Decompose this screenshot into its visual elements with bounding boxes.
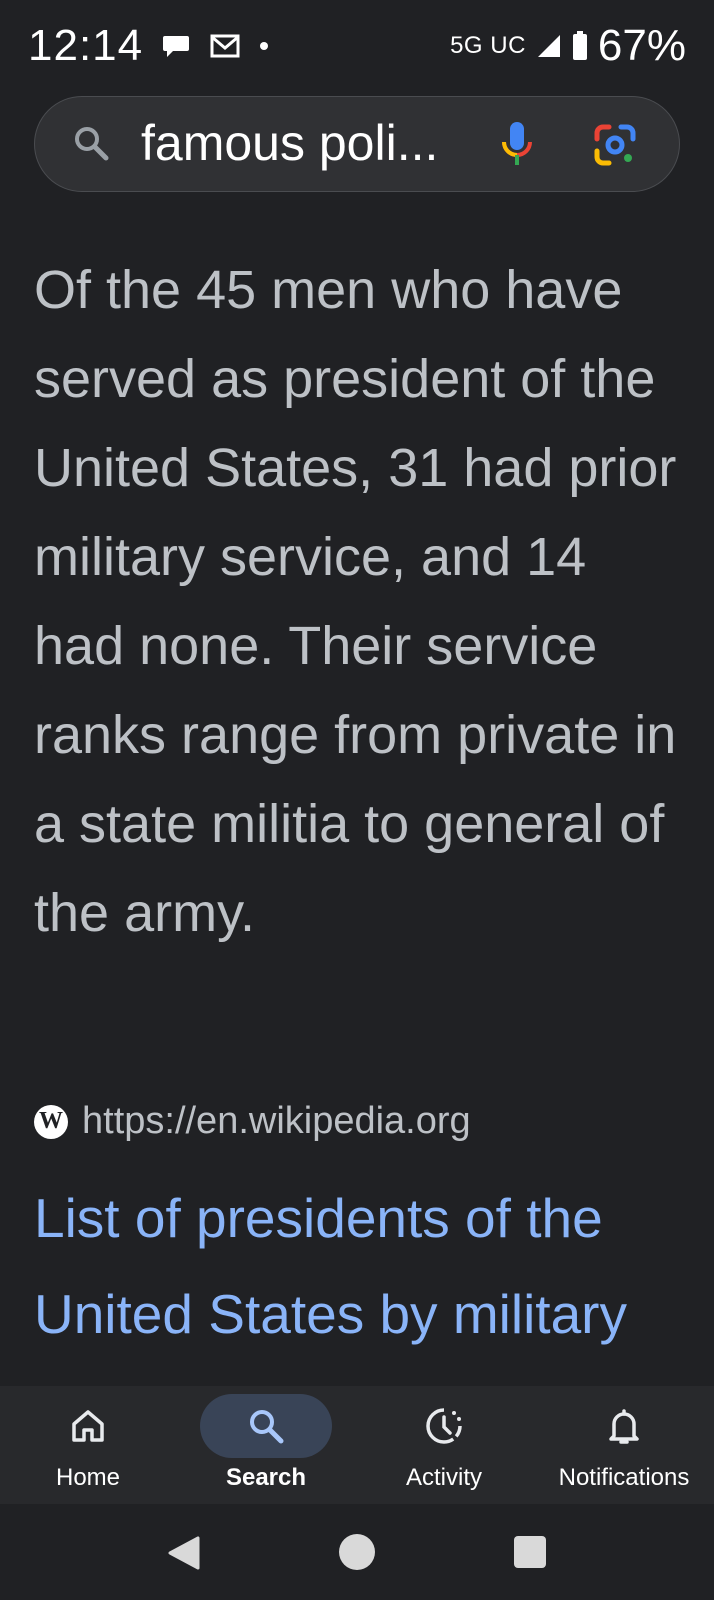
nav-activity[interactable]: Activity: [378, 1386, 510, 1504]
back-button[interactable]: [168, 1536, 200, 1575]
home-button[interactable]: [339, 1534, 375, 1570]
result-source[interactable]: W https://en.wikipedia.org: [34, 1100, 471, 1143]
result-title-link[interactable]: List of presidents of the United States …: [34, 1170, 694, 1350]
nav-notifications-pill: [558, 1394, 690, 1458]
battery-percent: 67%: [597, 21, 686, 70]
network-label: 5G UC: [450, 32, 526, 59]
search-bar[interactable]: famous poli...: [34, 96, 680, 192]
search-icon: [71, 123, 111, 168]
bell-icon: [609, 1409, 639, 1444]
nav-search-label: Search: [225, 1464, 307, 1491]
search-icon: [250, 1410, 284, 1444]
status-bar-right: 5G UC 67%: [450, 21, 686, 71]
recents-button[interactable]: [514, 1536, 546, 1568]
nav-home[interactable]: Home: [22, 1386, 154, 1504]
search-bar-container: famous poli...: [0, 92, 714, 212]
activity-icon: [426, 1408, 462, 1444]
system-navigation-bar: [0, 1504, 714, 1600]
home-icon: [72, 1410, 104, 1442]
chat-bubble-icon: [161, 31, 191, 61]
search-query[interactable]: famous poli...: [141, 115, 438, 171]
gmail-icon: [209, 33, 241, 59]
voice-search-button[interactable]: [489, 117, 545, 173]
nav-home-pill: [22, 1394, 154, 1458]
status-time: 12:14: [28, 21, 144, 70]
featured-snippet-text: Of the 45 men who have served as preside…: [34, 260, 677, 943]
status-bar-left: 12:14: [28, 21, 269, 71]
result-url: https://en.wikipedia.org: [82, 1100, 471, 1142]
nav-activity-pill: [378, 1394, 510, 1458]
status-bar: 12:14 5G UC 67%: [0, 0, 714, 92]
bottom-navigation: Home Search Activity Notifications: [0, 1386, 714, 1504]
nav-search-pill: [200, 1394, 332, 1458]
nav-notifications[interactable]: Notifications: [546, 1386, 702, 1504]
google-lens-button[interactable]: [587, 117, 643, 173]
nav-search[interactable]: Search: [200, 1386, 332, 1504]
camera-lens-icon: [594, 124, 636, 166]
wikipedia-icon: W: [34, 1104, 68, 1139]
microphone-icon: [502, 122, 532, 165]
nav-notifications-label: Notifications: [558, 1464, 690, 1491]
back-triangle-icon: [168, 1536, 200, 1570]
nav-activity-label: Activity: [405, 1464, 482, 1491]
nav-home-label: Home: [55, 1464, 121, 1491]
signal-icon: [536, 33, 562, 59]
battery-icon: [572, 31, 588, 61]
more-notifications-dot-icon: [259, 41, 269, 51]
